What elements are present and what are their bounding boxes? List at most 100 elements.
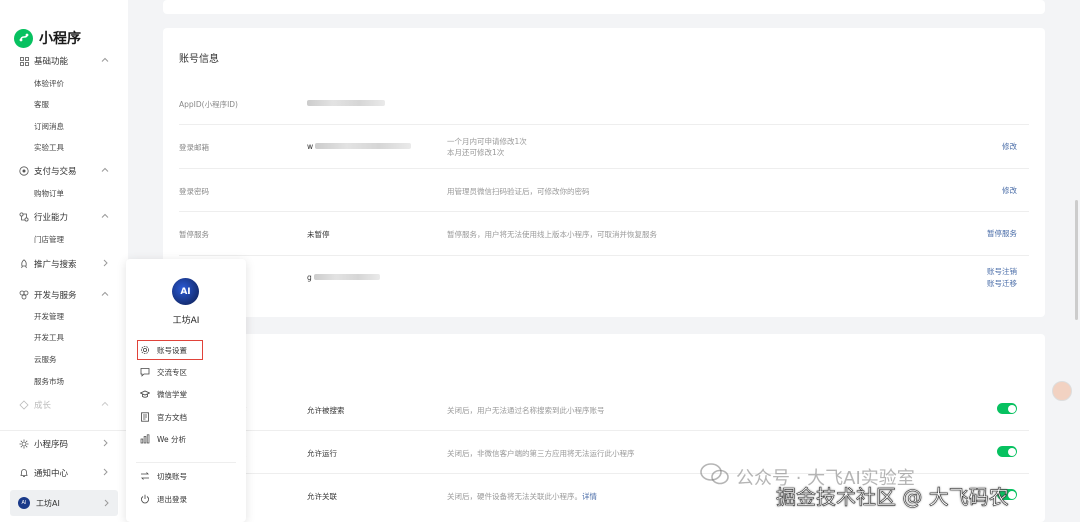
industry-icon: [19, 212, 29, 222]
sidebar: 小程序 基础功能 体验评价 客服 订阅消息 实验工具 支付与交易 购物订单 行业…: [0, 0, 128, 522]
sidebar-item-qrcode[interactable]: 小程序码: [19, 435, 119, 453]
sidebar-item-experience[interactable]: 体验评价: [34, 77, 64, 91]
detail-link[interactable]: 详情: [582, 492, 597, 501]
email-value-redacted: w: [307, 142, 412, 151]
sidebar-item-dev-manage[interactable]: 开发管理: [34, 310, 64, 324]
scrollbar[interactable]: [1075, 200, 1078, 320]
menu-item-account-settings[interactable]: 账号设置: [137, 340, 203, 360]
run-status: 允许运行: [307, 449, 337, 458]
sidebar-item-dev-tools[interactable]: 开发工具: [34, 331, 64, 345]
account-value-redacted: g: [307, 273, 380, 282]
wechat-logo-icon: [700, 462, 730, 491]
suspend-status: 未暂停: [307, 230, 330, 239]
link-status: 允许关联: [307, 492, 337, 501]
qrcode-icon: [19, 439, 29, 449]
bar-chart-icon: [140, 434, 150, 444]
bell-icon: [19, 468, 29, 478]
sidebar-section-label: 成长: [34, 401, 52, 411]
row-account: g 账号注销 账号迁移: [179, 256, 1029, 300]
sidebar-item-stores[interactable]: 门店管理: [34, 233, 64, 247]
sidebar-section-label: 基础功能: [34, 57, 69, 67]
sidebar-user-name: 工坊AI: [36, 498, 60, 508]
sidebar-section-promo[interactable]: 推广与搜索: [19, 255, 119, 273]
chat-icon: [140, 367, 150, 377]
pay-icon: [19, 166, 29, 176]
appid-value-redacted: [307, 99, 385, 108]
password-desc: 用管理员微信扫码验证后，可修改你的密码: [447, 187, 590, 196]
row-password: 登录密码 用管理员微信扫码验证后，可修改你的密码 修改: [179, 169, 1029, 212]
chevron-right-icon[interactable]: [101, 259, 109, 270]
growth-icon: [19, 400, 29, 410]
brand[interactable]: 小程序: [14, 28, 81, 48]
watermark-juejin: 掘金技术社区 @ 大飞码农: [776, 485, 1009, 510]
dev-icon: [19, 290, 29, 300]
popup-user-name: 工坊AI: [172, 316, 200, 326]
chevron-up-icon[interactable]: [101, 166, 109, 177]
row-label: 登录邮箱: [179, 143, 209, 152]
search-toggle[interactable]: [997, 403, 1017, 414]
menu-item-label: 退出登录: [157, 494, 187, 504]
search-desc: 关闭后，用户无法通过名称搜索到此小程序账号: [447, 406, 605, 415]
sidebar-section-label: 行业能力: [34, 213, 69, 223]
chevron-up-icon[interactable]: [101, 400, 109, 411]
brand-name: 小程序: [39, 31, 81, 47]
graduation-cap-icon: [140, 389, 150, 399]
helper-avatar[interactable]: [1052, 381, 1072, 401]
menu-item-logout[interactable]: 退出登录: [140, 490, 232, 508]
chevron-right-icon: [101, 468, 109, 479]
miniprogram-logo-icon: [14, 28, 33, 48]
sidebar-section-dev[interactable]: 开发与服务: [19, 286, 119, 304]
document-icon: [140, 412, 150, 422]
menu-item-community[interactable]: 交流专区: [140, 363, 232, 381]
password-modify-link[interactable]: 修改: [1002, 185, 1017, 197]
sidebar-section-pay[interactable]: 支付与交易: [19, 162, 119, 180]
email-desc: 一个月内可申请修改1次 本月还可修改1次: [447, 137, 527, 157]
sidebar-item-cloud[interactable]: 云服务: [34, 353, 57, 367]
row-search: 序 允许被搜索 关闭后，用户无法通过名称搜索到此小程序账号: [179, 388, 1029, 431]
row-label: AppID(小程序ID): [179, 100, 238, 109]
top-card: [163, 0, 1045, 14]
popup-avatar: AI: [172, 278, 199, 305]
email-modify-link[interactable]: 修改: [1002, 141, 1017, 153]
sidebar-item-notify[interactable]: 通知中心: [19, 464, 119, 482]
menu-item-switch-account[interactable]: 切换账号: [140, 467, 232, 485]
account-cancel-link[interactable]: 账号注销: [987, 267, 1017, 276]
menu-item-label: 账号设置: [157, 345, 187, 355]
link-desc: 关闭后，硬件设备将无法关联此小程序。详情: [447, 492, 597, 501]
sidebar-user[interactable]: AI 工坊AI: [10, 490, 118, 516]
chevron-up-icon[interactable]: [101, 56, 109, 67]
card-title: 账号信息: [179, 54, 219, 65]
run-toggle[interactable]: [997, 446, 1017, 457]
row-suspend: 暂停服务 未暂停 暂停服务，用户将无法使用线上版本小程序，可取消并恢复服务 暂停…: [179, 212, 1029, 256]
menu-item-analysis[interactable]: We 分析: [140, 430, 232, 448]
run-desc: 关闭后，非微信客户端的第三方应用将无法运行此小程序: [447, 449, 635, 458]
menu-item-academy[interactable]: 微信学堂: [140, 385, 232, 403]
sidebar-section-growth[interactable]: 成长: [19, 396, 119, 414]
grid-icon: [19, 56, 29, 66]
row-label: 暂停服务: [179, 230, 209, 239]
chevron-right-icon: [101, 439, 109, 450]
menu-item-docs[interactable]: 官方文档: [140, 408, 232, 426]
sidebar-item-subscribe[interactable]: 订阅消息: [34, 120, 64, 134]
chevron-up-icon[interactable]: [101, 290, 109, 301]
search-status: 允许被搜索: [307, 406, 345, 415]
sidebar-item-lab-tools[interactable]: 实验工具: [34, 141, 64, 155]
sidebar-item-market[interactable]: 服务市场: [34, 375, 64, 389]
suspend-service-link[interactable]: 暂停服务: [987, 228, 1017, 240]
account-migrate-link[interactable]: 账号迁移: [987, 279, 1017, 288]
gear-icon: [140, 345, 150, 355]
rocket-icon: [19, 259, 29, 269]
sidebar-item-label: 小程序码: [34, 440, 69, 450]
sidebar-item-label: 通知中心: [34, 469, 69, 479]
sidebar-section-label: 推广与搜索: [34, 260, 77, 270]
menu-item-label: 交流专区: [157, 367, 187, 377]
menu-divider: [136, 462, 236, 463]
sidebar-item-service[interactable]: 客服: [34, 98, 49, 112]
chevron-up-icon[interactable]: [101, 212, 109, 223]
account-info-card: 账号信息 AppID(小程序ID) 登录邮箱 w 一个月内可申请修改1次 本月还可…: [163, 28, 1045, 317]
account-popup-menu: AI 工坊AI 账号设置 交流专区 微信学堂 官方文档 We 分析 切换账号 退…: [126, 259, 246, 522]
sidebar-section-industry[interactable]: 行业能力: [19, 208, 119, 226]
switch-icon: [140, 471, 150, 481]
sidebar-item-orders[interactable]: 购物订单: [34, 187, 64, 201]
sidebar-section-basic[interactable]: 基础功能: [19, 52, 119, 70]
